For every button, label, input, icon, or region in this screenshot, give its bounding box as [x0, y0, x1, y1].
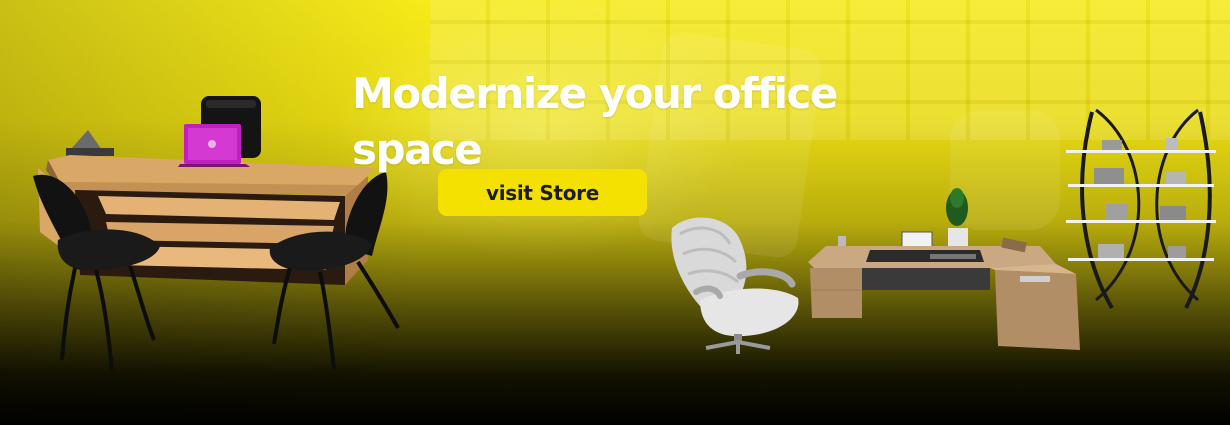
office-desk-with-chairs	[33, 96, 400, 371]
desk-phone	[1020, 276, 1050, 282]
laptop	[178, 124, 250, 167]
potted-plant	[946, 188, 968, 246]
desk-organizer	[66, 130, 114, 156]
hero-headline: Modernize your office space	[352, 69, 838, 174]
hero-banner: Modernize your office space visit Store	[0, 0, 1230, 425]
executive-desk	[808, 188, 1080, 350]
bookshelf	[1066, 108, 1216, 310]
visit-store-button[interactable]: visit Store	[438, 169, 647, 216]
reclining-chair	[671, 217, 799, 354]
